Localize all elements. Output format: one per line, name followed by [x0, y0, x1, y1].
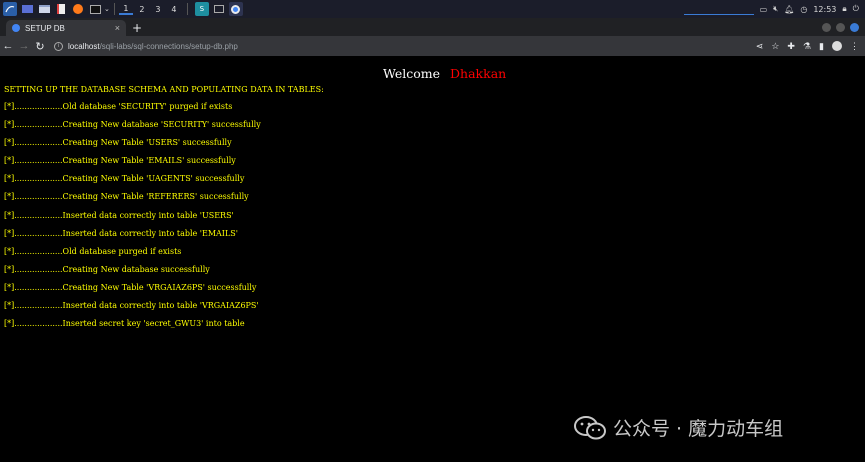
app-window-icon[interactable]: S: [194, 2, 209, 16]
taskbar-divider: [113, 3, 115, 15]
file-manager-icon[interactable]: [37, 2, 51, 16]
desktop-icon[interactable]: [20, 2, 34, 16]
workspace-2[interactable]: 2: [135, 5, 149, 14]
forward-icon[interactable]: →: [16, 40, 32, 52]
profile-avatar-icon[interactable]: [832, 40, 842, 51]
text-editor-icon[interactable]: [54, 2, 68, 16]
side-panel-icon[interactable]: ▮: [819, 41, 824, 52]
wechat-watermark: 公众号 · 魔力动车组: [573, 414, 783, 441]
info-icon[interactable]: i: [54, 41, 63, 51]
log-line: [*]...................Old database 'SECU…: [4, 102, 233, 111]
maximize-icon[interactable]: [836, 23, 845, 32]
log-line: [*]...................Creating New Table…: [4, 138, 232, 148]
menu-kebab-icon[interactable]: ⋮: [850, 41, 859, 52]
minimize-icon[interactable]: [822, 23, 831, 32]
log-line: [*]...................Creating New datab…: [4, 264, 210, 274]
close-window-icon[interactable]: [850, 23, 859, 32]
url-path: /sqli-labs/sql-connections/setup-db.php: [99, 41, 238, 51]
share-icon[interactable]: ⋖: [756, 41, 764, 52]
reload-icon[interactable]: ↻: [32, 40, 48, 53]
workspace-4[interactable]: 4: [167, 5, 181, 14]
log-line: [*]...................Inserted data corr…: [4, 301, 259, 311]
bookmark-star-icon[interactable]: ☆: [771, 41, 779, 52]
welcome-banner: Welcome Dhakkan: [383, 66, 506, 81]
clock-time[interactable]: 12:53: [813, 5, 836, 14]
page-content: Welcome Dhakkan SETTING UP THE DATABASE S…: [0, 56, 865, 462]
new-tab-button[interactable]: +: [132, 20, 142, 36]
power-icon[interactable]: ⏻: [853, 4, 859, 14]
setup-heading: SETTING UP THE DATABASE SCHEMA AND POPUL…: [4, 85, 324, 94]
bell-icon[interactable]: 🔔︎: [784, 5, 794, 14]
wechat-logo-icon: [574, 415, 606, 439]
log-line: [*]...................Creating New datab…: [4, 120, 261, 130]
address-bar[interactable]: i localhost /sqli-labs/sql-connections/s…: [54, 38, 734, 54]
log-line: [*]...................Creating New Table…: [4, 192, 249, 202]
window-controls: [822, 23, 865, 36]
browser-tab-strip: SETUP DB × +: [0, 18, 865, 36]
log-line: [*]...................Creating New Table…: [4, 156, 236, 166]
taskbar-divider: [186, 3, 188, 15]
log-line: [*]...................Inserted secret ke…: [4, 319, 245, 329]
window-icon[interactable]: ▭: [760, 5, 768, 14]
terminal-window-icon[interactable]: [212, 2, 226, 16]
chrome-window-icon[interactable]: [228, 2, 243, 16]
url-host: localhost: [68, 41, 100, 51]
close-tab-icon[interactable]: ×: [115, 23, 120, 33]
watermark-text: 公众号 · 魔力动车组: [613, 418, 784, 440]
tab-setup-db[interactable]: SETUP DB ×: [6, 20, 126, 36]
terminal-icon[interactable]: [88, 2, 102, 16]
log-line: [*]...................Creating New Table…: [4, 174, 245, 184]
log-line: [*]...................Creating New Table…: [4, 282, 257, 292]
mute-icon[interactable]: 🔇︎: [773, 4, 778, 14]
chevron-down-icon[interactable]: ⌄: [104, 5, 110, 13]
kali-menu-icon[interactable]: [3, 2, 17, 16]
system-taskbar: ⌄ 1 2 3 4 S ▭ 🔇︎ 🔔︎ ◷ 12:53 🔒︎ ⏻: [0, 0, 865, 18]
extensions-icon[interactable]: ✚: [787, 41, 795, 52]
welcome-name: Dhakkan: [450, 66, 507, 81]
toolbar-actions: ⋖ ☆ ✚ ⚗ ▮ ⋮: [756, 40, 865, 52]
globe-icon: [12, 24, 20, 32]
lock-icon[interactable]: 🔒︎: [842, 4, 846, 14]
system-tray: ▭ 🔇︎ 🔔︎ ◷ 12:53 🔒︎ ⏻: [683, 3, 865, 15]
workspace-3[interactable]: 3: [151, 5, 165, 14]
log-line: [*]...................Old database purge…: [4, 246, 182, 256]
setup-log: [*]...................Old database 'SECU…: [4, 102, 261, 337]
welcome-label: Welcome: [383, 66, 441, 81]
tab-title: SETUP DB: [25, 23, 65, 33]
workspace-1[interactable]: 1: [118, 4, 133, 15]
clock-icon: ◷: [800, 4, 808, 14]
back-icon[interactable]: ←: [0, 40, 16, 52]
flask-icon[interactable]: ⚗: [803, 41, 811, 52]
browser-toolbar: ← → ↻ i localhost /sqli-labs/sql-connect…: [0, 36, 865, 56]
firefox-icon[interactable]: [71, 2, 85, 16]
log-line: [*]...................Inserted data corr…: [4, 228, 238, 238]
log-line: [*]...................Inserted data corr…: [4, 210, 234, 220]
cpu-graph: [683, 3, 754, 15]
